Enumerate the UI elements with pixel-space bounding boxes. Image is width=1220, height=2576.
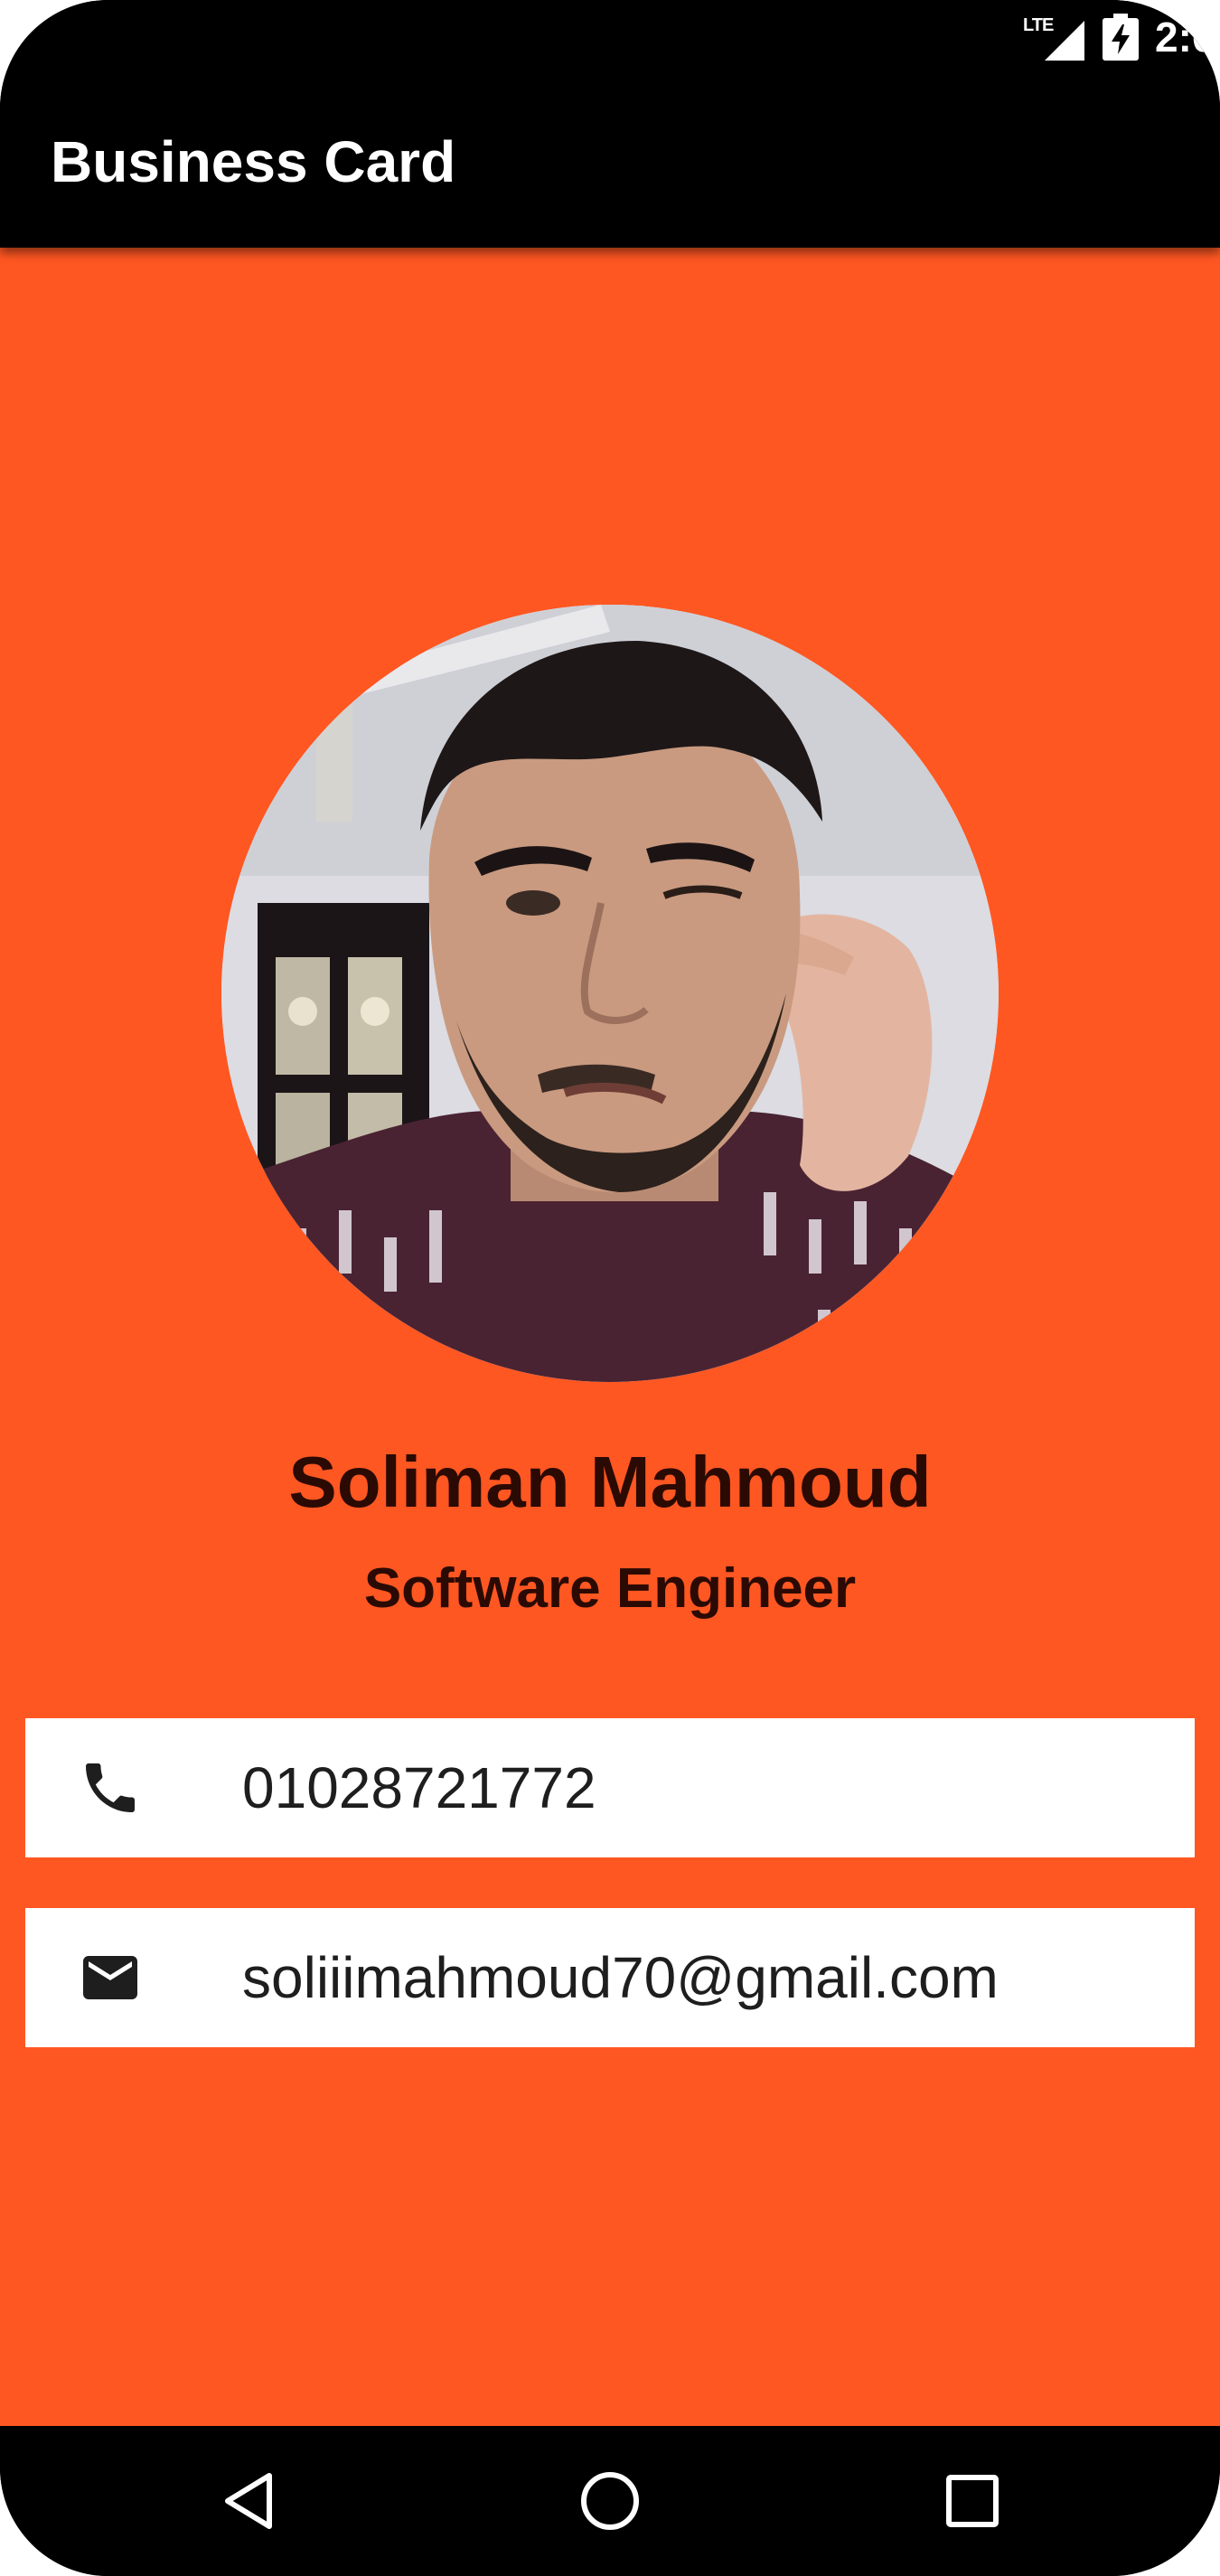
phone-card[interactable]: 01028721772 [25, 1718, 1195, 1857]
network-label: LTE [1023, 15, 1054, 35]
battery-charging-icon [1103, 14, 1139, 61]
status-icons: LTE 2:00 [1023, 0, 1220, 74]
email-address: soliiimahmoud70@gmail.com [242, 1945, 999, 2010]
navigation-bar [0, 2426, 1220, 2576]
status-bar: LTE 2:00 [0, 0, 1220, 74]
phone-number: 01028721772 [242, 1755, 596, 1820]
recents-icon[interactable] [938, 2467, 1007, 2535]
email-card[interactable]: soliiimahmoud70@gmail.com [25, 1908, 1195, 2047]
app-bar: Business Card [0, 74, 1220, 248]
back-icon[interactable] [215, 2467, 284, 2535]
person-name: Soliman Mahmoud [288, 1442, 932, 1522]
person-role: Software Engineer [363, 1557, 857, 1620]
profile-photo-image [221, 605, 999, 1382]
phone-icon [86, 1763, 135, 1812]
profile-photo [221, 605, 999, 1382]
home-icon[interactable] [576, 2467, 644, 2535]
signal-icon: LTE [1023, 12, 1086, 62]
phone-screen: LTE 2:00 Business Card [0, 0, 1220, 2576]
status-time: 2:00 [1155, 14, 1220, 61]
email-icon [83, 1956, 137, 1999]
card-content: Soliman Mahmoud Software Engineer 010287… [0, 248, 1220, 2426]
app-title: Business Card [51, 129, 456, 194]
